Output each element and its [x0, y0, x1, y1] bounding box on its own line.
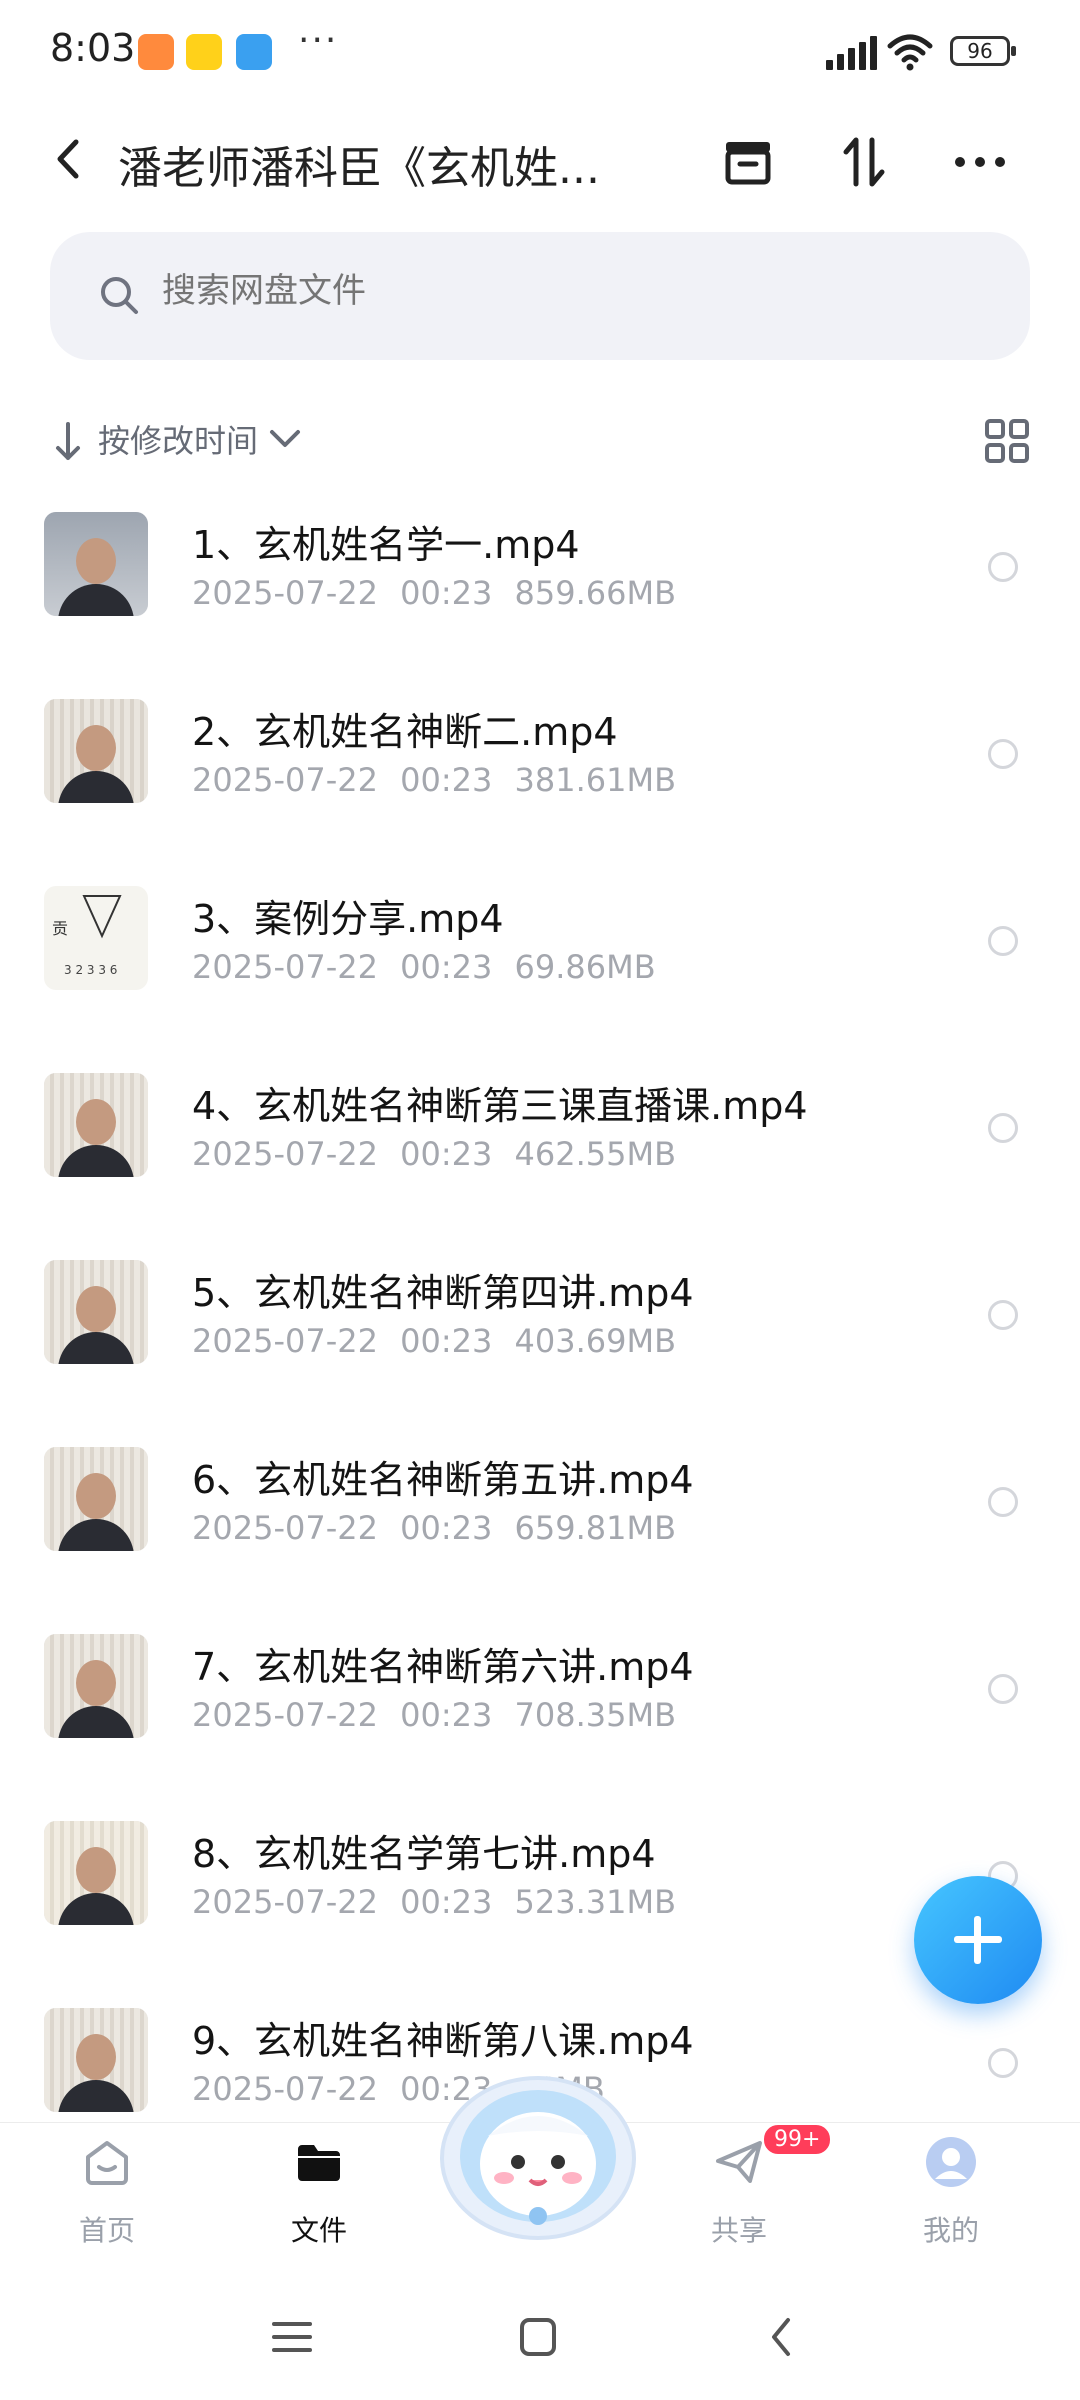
file-name: 9、玄机姓名神断第八课.mp4	[192, 2019, 694, 2063]
tab-home[interactable]: 首页	[32, 2123, 182, 2271]
upload-notification-icon	[236, 34, 272, 70]
grid-view-icon[interactable]	[984, 418, 1030, 464]
select-checkbox[interactable]	[988, 2048, 1018, 2078]
file-meta: 2025-07-22 00:23 69.86MB	[192, 948, 656, 986]
file-meta: 2025-07-22 00:23 381.61MB	[192, 761, 677, 799]
svg-text:3 2 3 3 6: 3 2 3 3 6	[64, 963, 117, 977]
add-button[interactable]	[914, 1876, 1042, 2004]
file-name: 6、玄机姓名神断第五讲.mp4	[192, 1458, 694, 1502]
file-meta: 2025-07-22 00:23 523.31MB	[192, 1883, 677, 1921]
file-meta: 2025-07-22 00:23 859.66MB	[192, 574, 677, 612]
chevron-down-icon[interactable]	[268, 428, 302, 452]
file-name: 1、玄机姓名学一.mp4	[192, 523, 580, 567]
tab-share[interactable]: 99+ 共享	[664, 2123, 833, 2271]
sort-order-icon[interactable]	[834, 132, 894, 192]
avatar-icon	[926, 2137, 976, 2187]
app-notification-icon	[186, 34, 222, 70]
video-thumbnail	[44, 1634, 148, 1738]
file-row[interactable]: 贡 3 2 3 3 6 3、案例分享.mp4 2025-07-22 00:23 6…	[0, 874, 1080, 1061]
select-checkbox[interactable]	[988, 552, 1018, 582]
battery-indicator: 96	[950, 36, 1016, 66]
file-meta: 2025-07-22 00:23 708.35MB	[192, 1696, 677, 1734]
select-checkbox[interactable]	[988, 926, 1018, 956]
file-row[interactable]: 5、玄机姓名神断第四讲.mp4 2025-07-22 00:23 403.69M…	[0, 1248, 1080, 1435]
video-thumbnail	[44, 2008, 148, 2112]
home-icon	[86, 2141, 128, 2185]
wifi-icon	[887, 34, 933, 71]
search-input[interactable]	[160, 270, 924, 312]
tab-me[interactable]: 我的	[876, 2123, 1026, 2271]
sort-dropdown[interactable]: 按修改时间	[98, 416, 258, 462]
video-thumbnail	[44, 1821, 148, 1925]
file-name: 4、玄机姓名神断第三课直播课.mp4	[192, 1084, 808, 1128]
video-thumbnail	[44, 512, 148, 616]
recent-apps-icon[interactable]	[262, 2312, 322, 2362]
paper-plane-icon	[716, 2141, 762, 2183]
file-name: 5、玄机姓名神断第四讲.mp4	[192, 1271, 694, 1315]
sort-bar: 按修改时间	[50, 410, 1030, 470]
video-thumbnail	[44, 1073, 148, 1177]
tab-label: 首页	[78, 2214, 135, 2247]
file-meta: 2025-07-22 00:23 659.81MB	[192, 1509, 677, 1547]
assistant-mascot-icon[interactable]	[438, 2066, 638, 2246]
tab-label: 共享	[710, 2214, 767, 2247]
tab-label: 文件	[290, 2214, 347, 2247]
more-notifications-icon: ···	[298, 20, 339, 61]
file-name: 3、案例分享.mp4	[192, 897, 504, 941]
select-checkbox[interactable]	[988, 1674, 1018, 1704]
file-name: 8、玄机姓名学第七讲.mp4	[192, 1832, 656, 1876]
file-name: 2、玄机姓名神断二.mp4	[192, 710, 618, 754]
signal-icon	[826, 36, 877, 70]
search-box[interactable]	[50, 232, 1030, 360]
more-options-icon[interactable]	[950, 132, 1010, 192]
archive-icon[interactable]	[718, 132, 778, 192]
app-notification-icon	[138, 34, 174, 70]
tab-files[interactable]: 文件	[244, 2123, 394, 2271]
back-nav-icon[interactable]	[752, 2312, 812, 2362]
back-icon[interactable]	[44, 134, 94, 184]
file-row[interactable]: 7、玄机姓名神断第六讲.mp4 2025-07-22 00:23 708.35M…	[0, 1622, 1080, 1809]
status-time: 8:03	[50, 26, 136, 70]
file-row[interactable]: 4、玄机姓名神断第三课直播课.mp4 2025-07-22 00:23 462.…	[0, 1061, 1080, 1248]
svg-text:贡: 贡	[52, 919, 68, 938]
status-bar: 8:03 ··· 96	[0, 0, 1080, 100]
video-thumbnail	[44, 1260, 148, 1364]
top-bar: 潘老师潘科臣《玄机姓...	[0, 110, 1080, 210]
select-checkbox[interactable]	[988, 1487, 1018, 1517]
page-title: 潘老师潘科臣《玄机姓...	[118, 143, 600, 194]
video-thumbnail: 贡 3 2 3 3 6	[44, 886, 148, 990]
file-row[interactable]: 1、玄机姓名学一.mp4 2025-07-22 00:23 859.66MB	[0, 500, 1080, 687]
file-row[interactable]: 6、玄机姓名神断第五讲.mp4 2025-07-22 00:23 659.81M…	[0, 1435, 1080, 1622]
file-row[interactable]: 2、玄机姓名神断二.mp4 2025-07-22 00:23 381.61MB	[0, 687, 1080, 874]
system-nav-bar	[0, 2272, 1080, 2400]
video-thumbnail	[44, 1447, 148, 1551]
arrow-down-icon	[56, 422, 80, 460]
video-thumbnail	[44, 699, 148, 803]
folder-icon	[298, 2145, 340, 2181]
file-meta: 2025-07-22 00:23 462.55MB	[192, 1135, 677, 1173]
file-row[interactable]: 8、玄机姓名学第七讲.mp4 2025-07-22 00:23 523.31MB	[0, 1809, 1080, 1996]
home-nav-icon[interactable]	[508, 2312, 568, 2362]
notification-badge: 99+	[762, 2123, 833, 2156]
search-icon	[101, 277, 138, 314]
select-checkbox[interactable]	[988, 1300, 1018, 1330]
file-name: 7、玄机姓名神断第六讲.mp4	[192, 1645, 694, 1689]
tab-label: 我的	[922, 2214, 979, 2247]
select-checkbox[interactable]	[988, 1113, 1018, 1143]
select-checkbox[interactable]	[988, 739, 1018, 769]
file-meta: 2025-07-22 00:23 403.69MB	[192, 1322, 677, 1360]
